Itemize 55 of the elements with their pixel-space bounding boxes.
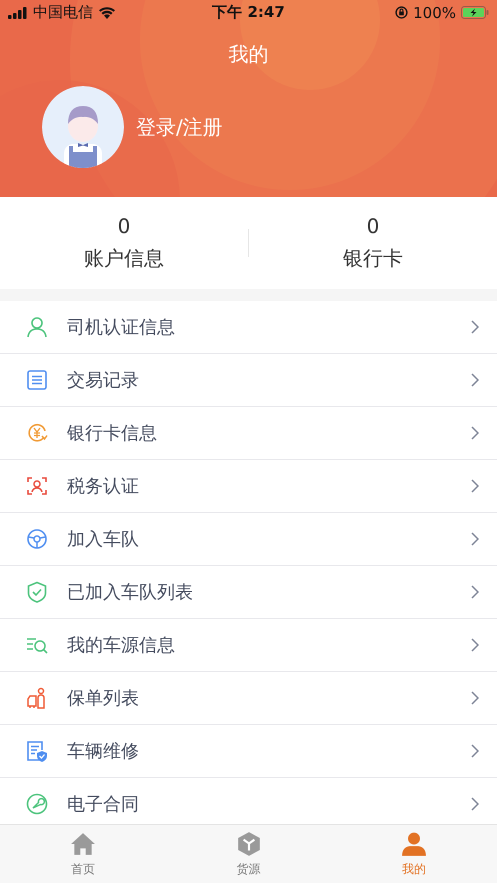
tab-item[interactable]: 货源: [166, 825, 332, 883]
menu-item[interactable]: 已加入车队列表: [0, 566, 497, 619]
person-car-icon: [26, 687, 48, 709]
menu-item[interactable]: 银行卡信息: [0, 407, 497, 460]
stat-count: 0: [366, 213, 380, 239]
chevron-right-icon: [471, 426, 479, 440]
menu-label: 交易记录: [67, 369, 140, 392]
rotation-lock-icon: [395, 6, 408, 19]
stat-label[interactable]: 银行卡: [343, 243, 403, 273]
person-icon: [26, 316, 48, 338]
shield-check-icon: [26, 581, 48, 603]
menu-label: 我的车源信息: [67, 634, 176, 657]
menu-item[interactable]: 司机认证信息: [0, 301, 497, 354]
list-icon: [26, 369, 48, 391]
chevron-right-icon: [471, 320, 479, 334]
chevron-right-icon: [471, 373, 479, 387]
tab-item[interactable]: 首页: [0, 825, 166, 883]
chevron-right-icon: [471, 691, 479, 705]
menu-label: 已加入车队列表: [67, 581, 194, 604]
menu-label: 保单列表: [67, 687, 140, 710]
menu-label: 车辆维修: [67, 740, 140, 763]
stat-label[interactable]: 账户信息: [84, 243, 164, 273]
page-title: 我的: [228, 41, 270, 68]
yuan-icon: [26, 422, 48, 444]
stat-count: 0: [118, 213, 130, 239]
chevron-right-icon: [471, 585, 479, 599]
home-icon: [70, 831, 96, 857]
steering-wheel-icon: [26, 528, 48, 550]
menu-item[interactable]: 交易记录: [0, 354, 497, 407]
cube-icon: [236, 831, 262, 857]
signal-icon: [8, 6, 28, 18]
battery-icon: [461, 6, 489, 19]
face-scan-icon: [26, 475, 48, 497]
carrier-name: 中国电信: [33, 3, 93, 22]
menu-label: 司机认证信息: [67, 316, 176, 339]
menu-item[interactable]: 车辆维修: [0, 725, 497, 778]
person-icon: [401, 831, 428, 857]
chevron-right-icon: [471, 479, 479, 493]
document-shield-icon: [26, 740, 48, 762]
avatar-icon: [42, 86, 124, 168]
menu-item[interactable]: 我的车源信息: [0, 619, 497, 672]
battery-percent: 100%: [413, 4, 456, 22]
chevron-right-icon: [471, 744, 479, 758]
menu-label: 加入车队: [67, 528, 140, 551]
wifi-icon: [98, 6, 116, 19]
menu-item[interactable]: 保单列表: [0, 672, 497, 725]
chevron-right-icon: [471, 532, 479, 546]
menu-label: 税务认证: [67, 475, 140, 498]
menu-item[interactable]: 税务认证: [0, 460, 497, 513]
status-time: 下午 2:47: [212, 3, 285, 22]
menu-label: 电子合同: [67, 793, 140, 816]
chevron-right-icon: [471, 638, 479, 652]
menu-item[interactable]: 加入车队: [0, 513, 497, 566]
chevron-right-icon: [471, 797, 479, 811]
menu-label: 银行卡信息: [67, 422, 158, 445]
